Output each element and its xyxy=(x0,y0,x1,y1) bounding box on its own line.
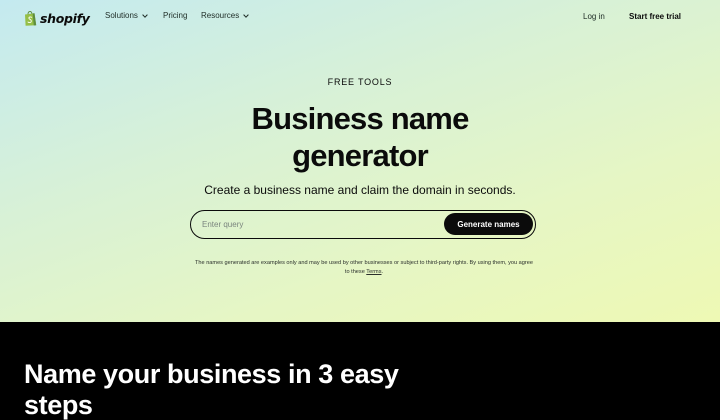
disclaimer-text: The names generated are examples only an… xyxy=(195,260,533,275)
nav-resources[interactable]: Resources xyxy=(201,11,250,20)
page-title: Business name generator xyxy=(251,101,469,173)
terms-link[interactable]: Terms xyxy=(366,269,381,275)
generate-names-button[interactable]: Generate names xyxy=(444,213,533,235)
name-generator-form: Generate names xyxy=(190,210,536,239)
shopify-logo[interactable]: shopify xyxy=(24,9,90,27)
steps-section: Name your business in 3 easy steps xyxy=(0,322,720,420)
steps-heading: Name your business in 3 easy steps xyxy=(24,359,399,420)
top-nav: shopify Solutions Pricing Resources Log … xyxy=(0,0,720,36)
nav-pricing-label: Pricing xyxy=(163,11,188,20)
nav-resources-label: Resources xyxy=(201,11,240,20)
nav-pricing[interactable]: Pricing xyxy=(163,11,187,20)
brand-name: shopify xyxy=(40,10,90,26)
disclaimer-end: . xyxy=(381,269,384,275)
page-subtitle: Create a business name and claim the dom… xyxy=(204,183,516,197)
nav-solutions-label: Solutions xyxy=(105,11,138,20)
eyebrow-label: FREE TOOLS xyxy=(327,77,393,87)
login-link[interactable]: Log in xyxy=(583,12,605,21)
disclaimer: The names generated are examples only an… xyxy=(194,259,534,277)
chevron-down-icon xyxy=(142,13,148,18)
start-free-trial-button[interactable]: Start free trial xyxy=(629,12,681,21)
nav-solutions[interactable]: Solutions xyxy=(105,11,148,20)
shopify-bag-icon xyxy=(25,10,37,26)
chevron-down-icon xyxy=(243,13,250,18)
